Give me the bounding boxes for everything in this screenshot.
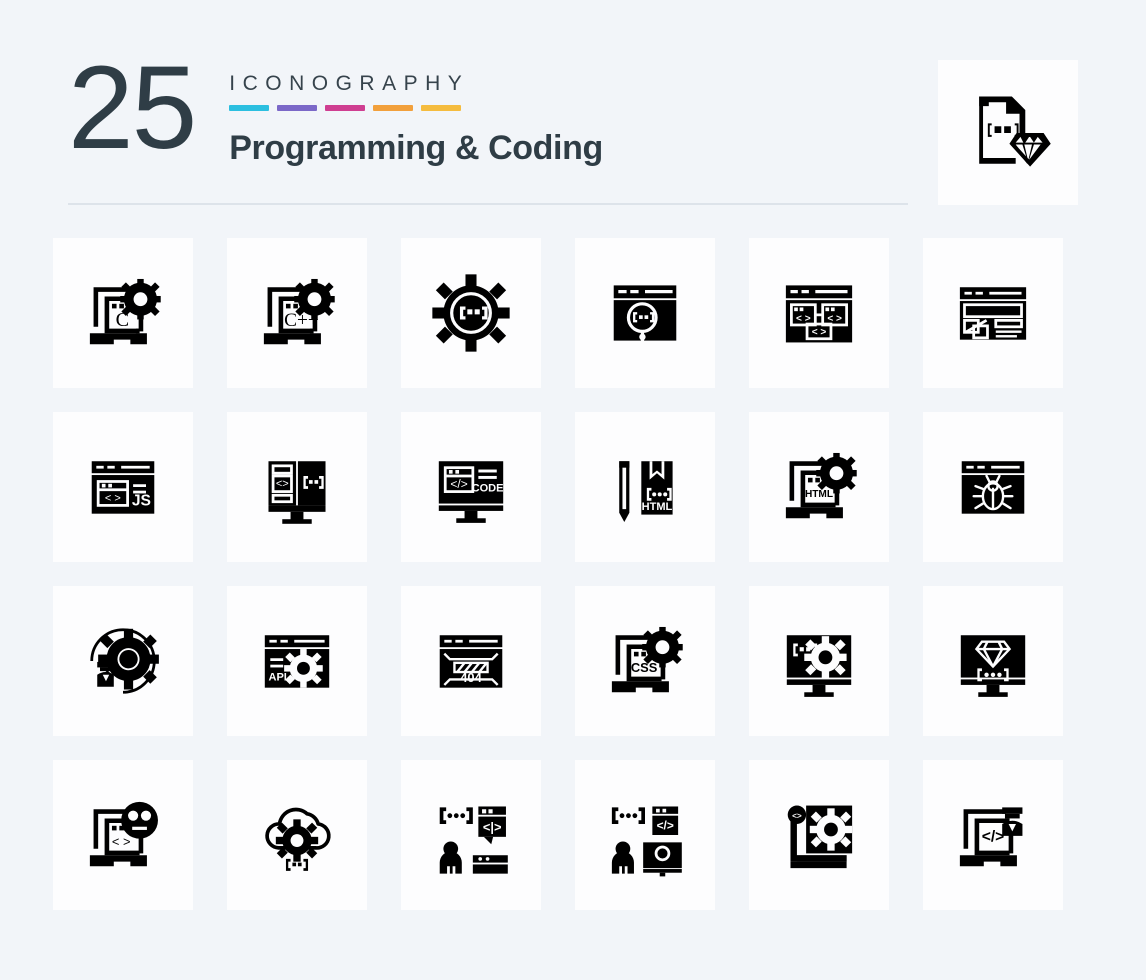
- error-code-label: 404: [460, 670, 482, 685]
- featured-icon-card[interactable]: [938, 60, 1078, 205]
- svg-text:HTML: HTML: [805, 489, 833, 500]
- svg-text:<|>: <|>: [483, 819, 502, 834]
- header-divider: [68, 203, 908, 205]
- icon-cell[interactable]: </> CODE: [401, 412, 541, 562]
- icon-cell[interactable]: <|>: [401, 760, 541, 910]
- ruby-code-monitor-icon: [960, 635, 1026, 697]
- icon-grid: C C++ < > < > < > < > JS <> </> CODE HTM…: [53, 238, 1078, 910]
- icon-cell[interactable]: [923, 412, 1063, 562]
- icon-cell[interactable]: [401, 238, 541, 388]
- icon-count: 25: [68, 42, 197, 174]
- icon-cell[interactable]: HTML: [575, 412, 715, 562]
- css-label: CSS: [631, 660, 658, 675]
- page-title: Programming & Coding: [229, 129, 603, 167]
- html-settings-laptop-icon: HTML: [785, 452, 857, 519]
- color-dash-2: [277, 105, 318, 111]
- icon-cell[interactable]: [923, 238, 1063, 388]
- header: 25 ICONOGRAPHY Programming & Coding: [68, 49, 908, 206]
- icon-cell[interactable]: < >: [53, 760, 193, 910]
- javascript-browser-icon: < > JS: [91, 461, 155, 514]
- css-settings-laptop-icon: CSS: [611, 626, 683, 693]
- icon-cell[interactable]: [749, 586, 889, 736]
- cpp-programming-laptop-icon: C++: [263, 278, 335, 345]
- svg-text:< >: < >: [112, 834, 131, 849]
- color-dash-5: [421, 105, 462, 111]
- sitemap-code-browser-icon: < > < > < >: [785, 285, 853, 343]
- code-search-browser-icon: [613, 285, 677, 342]
- developer-settings-icon: [90, 628, 159, 694]
- color-dash-3: [325, 105, 366, 111]
- icon-cell[interactable]: 404: [401, 586, 541, 736]
- icon-cell[interactable]: <>: [227, 412, 367, 562]
- api-settings-browser-icon: API: [264, 635, 330, 688]
- svg-text:< >: < >: [812, 327, 827, 338]
- code-settings-gear-icon: [432, 274, 510, 352]
- svg-text:</>: </>: [657, 818, 674, 832]
- svg-text:</>: </>: [982, 828, 1005, 845]
- icon-cell[interactable]: </>: [575, 760, 715, 910]
- user-experience-laptop-icon: < >: [89, 801, 158, 867]
- error-404-browser-icon: 404: [439, 635, 503, 688]
- icon-cell[interactable]: C: [53, 238, 193, 388]
- svg-text:< >: < >: [827, 313, 842, 324]
- icon-cell[interactable]: [53, 586, 193, 736]
- js-label: JS: [132, 492, 151, 509]
- icon-cell[interactable]: C++: [227, 238, 367, 388]
- ruby-code-file-icon: [979, 96, 1051, 167]
- svg-text:< >: < >: [105, 493, 121, 505]
- cloud-computing-settings-icon: [265, 807, 331, 871]
- icon-cell[interactable]: [575, 238, 715, 388]
- code-settings-monitor-icon: [786, 635, 852, 697]
- icon-cell[interactable]: [227, 760, 367, 910]
- developer-monitor-code-icon: </>: [611, 806, 682, 877]
- kicker-text: ICONOGRAPHY: [229, 72, 470, 95]
- html-label: HTML: [642, 501, 673, 513]
- web-layout-design-icon: [959, 287, 1027, 340]
- icon-cell[interactable]: < > < > < >: [749, 238, 889, 388]
- icon-cell[interactable]: HTML: [749, 412, 889, 562]
- c-programming-laptop-icon: C: [89, 278, 161, 345]
- svg-text:<>: <>: [276, 478, 289, 490]
- svg-text:< >: < >: [796, 313, 811, 324]
- html-document-pen-icon: HTML: [619, 461, 673, 522]
- color-dash-1: [229, 105, 270, 111]
- code-label: CODE: [472, 483, 504, 495]
- svg-text:</>: </>: [450, 477, 467, 491]
- developer-chat-code-icon: <|>: [439, 806, 508, 874]
- icon-cell[interactable]: < > JS: [53, 412, 193, 562]
- api-label: API: [268, 671, 286, 683]
- svg-text:<>: <>: [792, 811, 802, 820]
- bug-browser-icon: [961, 461, 1025, 514]
- icon-cell[interactable]: API: [227, 586, 367, 736]
- code-monitor-icon: </> CODE: [438, 461, 504, 523]
- icon-cell[interactable]: </>: [923, 760, 1063, 910]
- color-dashes: [229, 105, 603, 111]
- icon-cell[interactable]: <>: [749, 760, 889, 910]
- color-dash-4: [373, 105, 414, 111]
- code-settings-page-icon: <>: [787, 805, 853, 869]
- icon-cell[interactable]: [923, 586, 1063, 736]
- icon-cell[interactable]: CSS: [575, 586, 715, 736]
- icon-pack-showcase: 25 ICONOGRAPHY Programming & Coding C C+…: [0, 0, 1146, 980]
- developer-coding-laptop-icon: </>: [959, 807, 1023, 867]
- responsive-code-monitor-icon: <>: [268, 461, 326, 524]
